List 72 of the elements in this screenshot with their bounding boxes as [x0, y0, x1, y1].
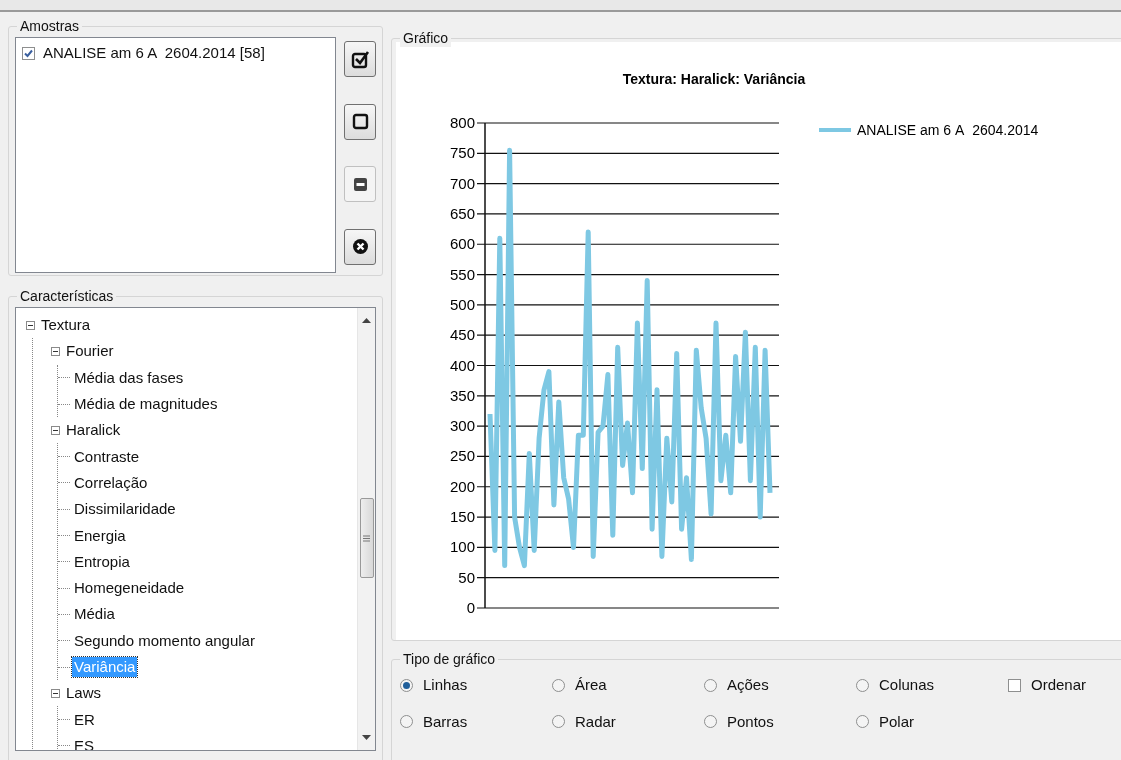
option-label: Ações — [727, 675, 769, 695]
chart-title: Textura: Haralick: Variância — [622, 71, 806, 87]
scroll-down-icon[interactable] — [362, 735, 371, 740]
tree-item[interactable]: Textura — [39, 315, 93, 336]
radio-button[interactable] — [856, 715, 869, 729]
option-label: Colunas — [879, 675, 935, 695]
expander-icon[interactable] — [51, 425, 60, 435]
tree-item[interactable]: Homegeneidade — [72, 578, 187, 599]
axis-tick-label: 350 — [449, 386, 475, 404]
axis-tick-label: 50 — [458, 568, 475, 586]
close-button[interactable] — [344, 228, 376, 265]
axis-tick-label: 150 — [449, 508, 475, 526]
axis-tick-label: 450 — [449, 326, 475, 344]
square-icon — [350, 112, 370, 132]
checkbox[interactable] — [1008, 678, 1021, 692]
legend-label: ANALISE am 6 A 2604.2014 — [857, 122, 1039, 138]
tree-item[interactable]: Média de magnitudes — [72, 394, 220, 415]
axis-tick-label: 250 — [449, 447, 475, 465]
axis-tick-label: 550 — [449, 265, 475, 283]
axis-tick-label: 750 — [449, 144, 475, 162]
tree-item[interactable]: Correlação — [72, 472, 150, 493]
tree-item[interactable]: Entropia — [72, 551, 132, 572]
close-icon — [350, 237, 370, 257]
tree-item[interactable]: Energia — [72, 525, 128, 546]
option-label: Linhas — [423, 675, 468, 695]
tree-item[interactable]: Média — [72, 604, 117, 625]
option-label: Radar — [575, 711, 616, 732]
axis-tick-label: 0 — [466, 599, 475, 616]
tree-item[interactable]: Laws — [64, 683, 104, 704]
axis-tick-label: 650 — [449, 204, 475, 222]
tree-item[interactable]: Segundo momento angular — [72, 630, 257, 651]
radio-button[interactable] — [552, 715, 565, 729]
expander-icon[interactable] — [26, 320, 35, 330]
grip-icon — [363, 534, 370, 542]
legend-swatch — [819, 128, 851, 132]
axis-tick-label: 400 — [449, 356, 475, 374]
expander-icon[interactable] — [51, 688, 60, 698]
option-label: Pontos — [727, 711, 774, 732]
tree-item[interactable]: Média das fases — [72, 367, 186, 388]
expander-icon[interactable] — [51, 346, 60, 356]
axis-tick-label: 600 — [449, 235, 475, 253]
scroll-up-icon[interactable] — [362, 318, 371, 323]
axis-tick-label: 500 — [449, 295, 475, 313]
square-button[interactable] — [344, 103, 376, 140]
sample-label: ANALISE am 6 A 2604.2014 [58] — [43, 43, 265, 63]
axis-tick-label: 200 — [449, 477, 475, 495]
axis-tick-label: 100 — [449, 538, 475, 556]
check-all-button[interactable] — [344, 41, 376, 77]
radio-button[interactable] — [400, 715, 413, 729]
axis-tick-label: 800 — [449, 114, 475, 131]
scroll-thumb[interactable] — [359, 498, 374, 578]
option-label: Barras — [423, 711, 468, 732]
tree-item[interactable]: Dissimilaridade — [72, 499, 178, 520]
radio-button[interactable] — [856, 678, 869, 692]
radio-button[interactable] — [704, 715, 717, 729]
tree-item[interactable]: Fourier — [64, 341, 116, 362]
scrollbar[interactable] — [357, 308, 375, 750]
option-label: Polar — [879, 711, 915, 732]
radio-button[interactable] — [704, 678, 717, 692]
checkbox[interactable] — [22, 46, 35, 60]
option-label: Área — [575, 675, 607, 695]
check-all-icon — [350, 49, 370, 69]
group-title: Tipo de gráfico — [400, 650, 499, 668]
radio-button[interactable] — [552, 678, 565, 692]
tree-item[interactable]: Haralick — [64, 420, 123, 441]
checkbox-label: Ordenar — [1031, 675, 1087, 695]
tree-item[interactable]: Contraste — [72, 446, 142, 467]
axis-tick-label: 700 — [449, 174, 475, 192]
radio-button[interactable] — [400, 678, 413, 692]
group-title: Gráfico — [400, 29, 452, 47]
tree-item[interactable]: ER — [72, 709, 97, 730]
axis-tick-label: 300 — [449, 417, 475, 435]
